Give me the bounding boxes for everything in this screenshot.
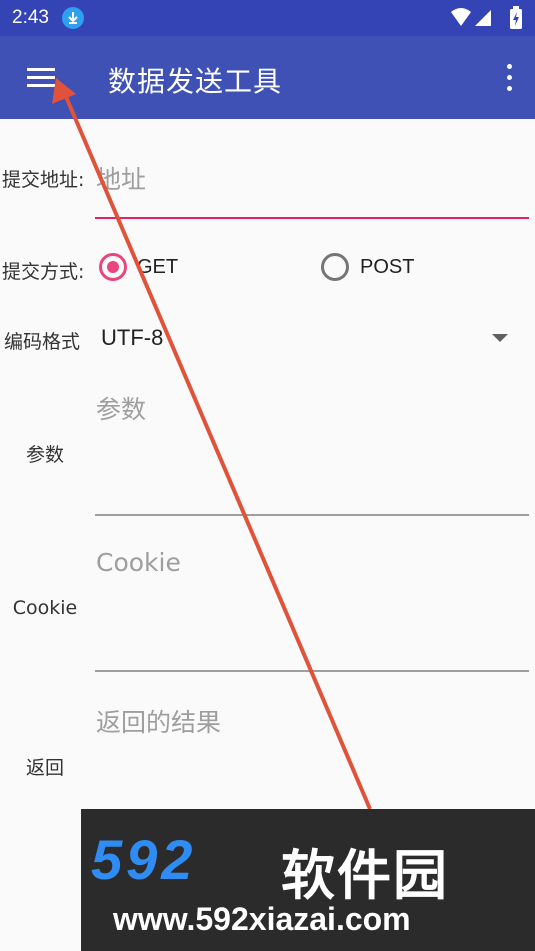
encoding-spinner[interactable]: UTF-8	[96, 322, 516, 356]
url-input-underline	[95, 217, 529, 219]
watermark-banner: 592 软件园 www.592xiazai.com	[81, 809, 535, 951]
radio-post-label[interactable]: POST	[360, 256, 414, 279]
app-title: 数据发送工具	[108, 65, 283, 98]
result-label: 返回	[25, 757, 64, 779]
cookie-input[interactable]: Cookie	[96, 548, 181, 577]
signal-icon	[475, 10, 491, 26]
wifi-icon	[449, 6, 497, 34]
params-label: 参数	[25, 444, 64, 466]
dropdown-arrow-icon	[492, 334, 508, 342]
status-bar: 2:43	[0, 0, 535, 36]
params-input[interactable]: 参数	[96, 390, 146, 426]
hamburger-menu-icon[interactable]	[16, 58, 66, 98]
encoding-value: UTF-8	[101, 325, 164, 350]
radio-post[interactable]	[321, 253, 349, 281]
radio-get-label[interactable]: GET	[137, 256, 178, 279]
url-label: 提交地址:	[2, 169, 85, 191]
status-time: 2:43	[12, 7, 49, 28]
url-input[interactable]: 地址	[96, 160, 146, 196]
watermark-brand-cn: 软件园	[281, 844, 449, 907]
battery-icon	[509, 6, 523, 34]
cookie-label: Cookie	[12, 597, 78, 619]
radio-get[interactable]	[99, 253, 127, 281]
more-vert-icon[interactable]	[497, 60, 521, 96]
app-bar: 数据发送工具	[0, 36, 535, 119]
download-icon	[62, 7, 84, 29]
cookie-input-underline	[95, 670, 529, 672]
encoding-label: 编码格式	[4, 331, 81, 353]
watermark-url: www.592xiazai.com	[113, 901, 411, 937]
watermark-brand: 592	[91, 828, 197, 891]
result-output: 返回的结果	[96, 708, 222, 737]
params-input-underline	[95, 514, 529, 516]
method-label: 提交方式:	[2, 261, 85, 283]
